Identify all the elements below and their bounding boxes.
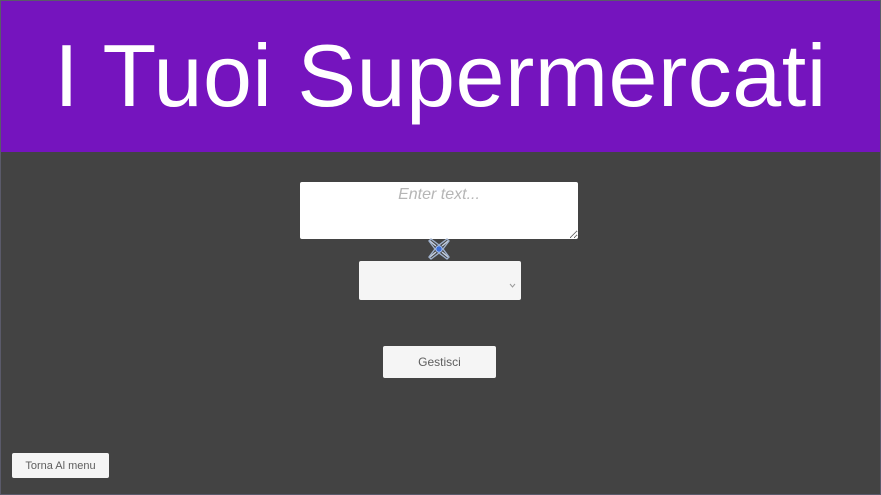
header-banner: I Tuoi Supermercati bbox=[1, 1, 880, 152]
back-to-menu-button[interactable]: Torna Al menu bbox=[12, 453, 109, 478]
app-canvas: I Tuoi Supermercati Gestisci Torna Al me… bbox=[0, 0, 881, 495]
manage-button-label: Gestisci bbox=[418, 355, 461, 369]
chevron-down-icon bbox=[509, 276, 516, 288]
supermarket-dropdown[interactable] bbox=[359, 261, 521, 300]
page-title: I Tuoi Supermercati bbox=[54, 25, 827, 125]
back-button-label: Torna Al menu bbox=[25, 459, 96, 472]
text-input-field[interactable] bbox=[300, 182, 578, 239]
event-system-gizmo-icon bbox=[427, 237, 451, 261]
manage-button[interactable]: Gestisci bbox=[383, 346, 496, 378]
